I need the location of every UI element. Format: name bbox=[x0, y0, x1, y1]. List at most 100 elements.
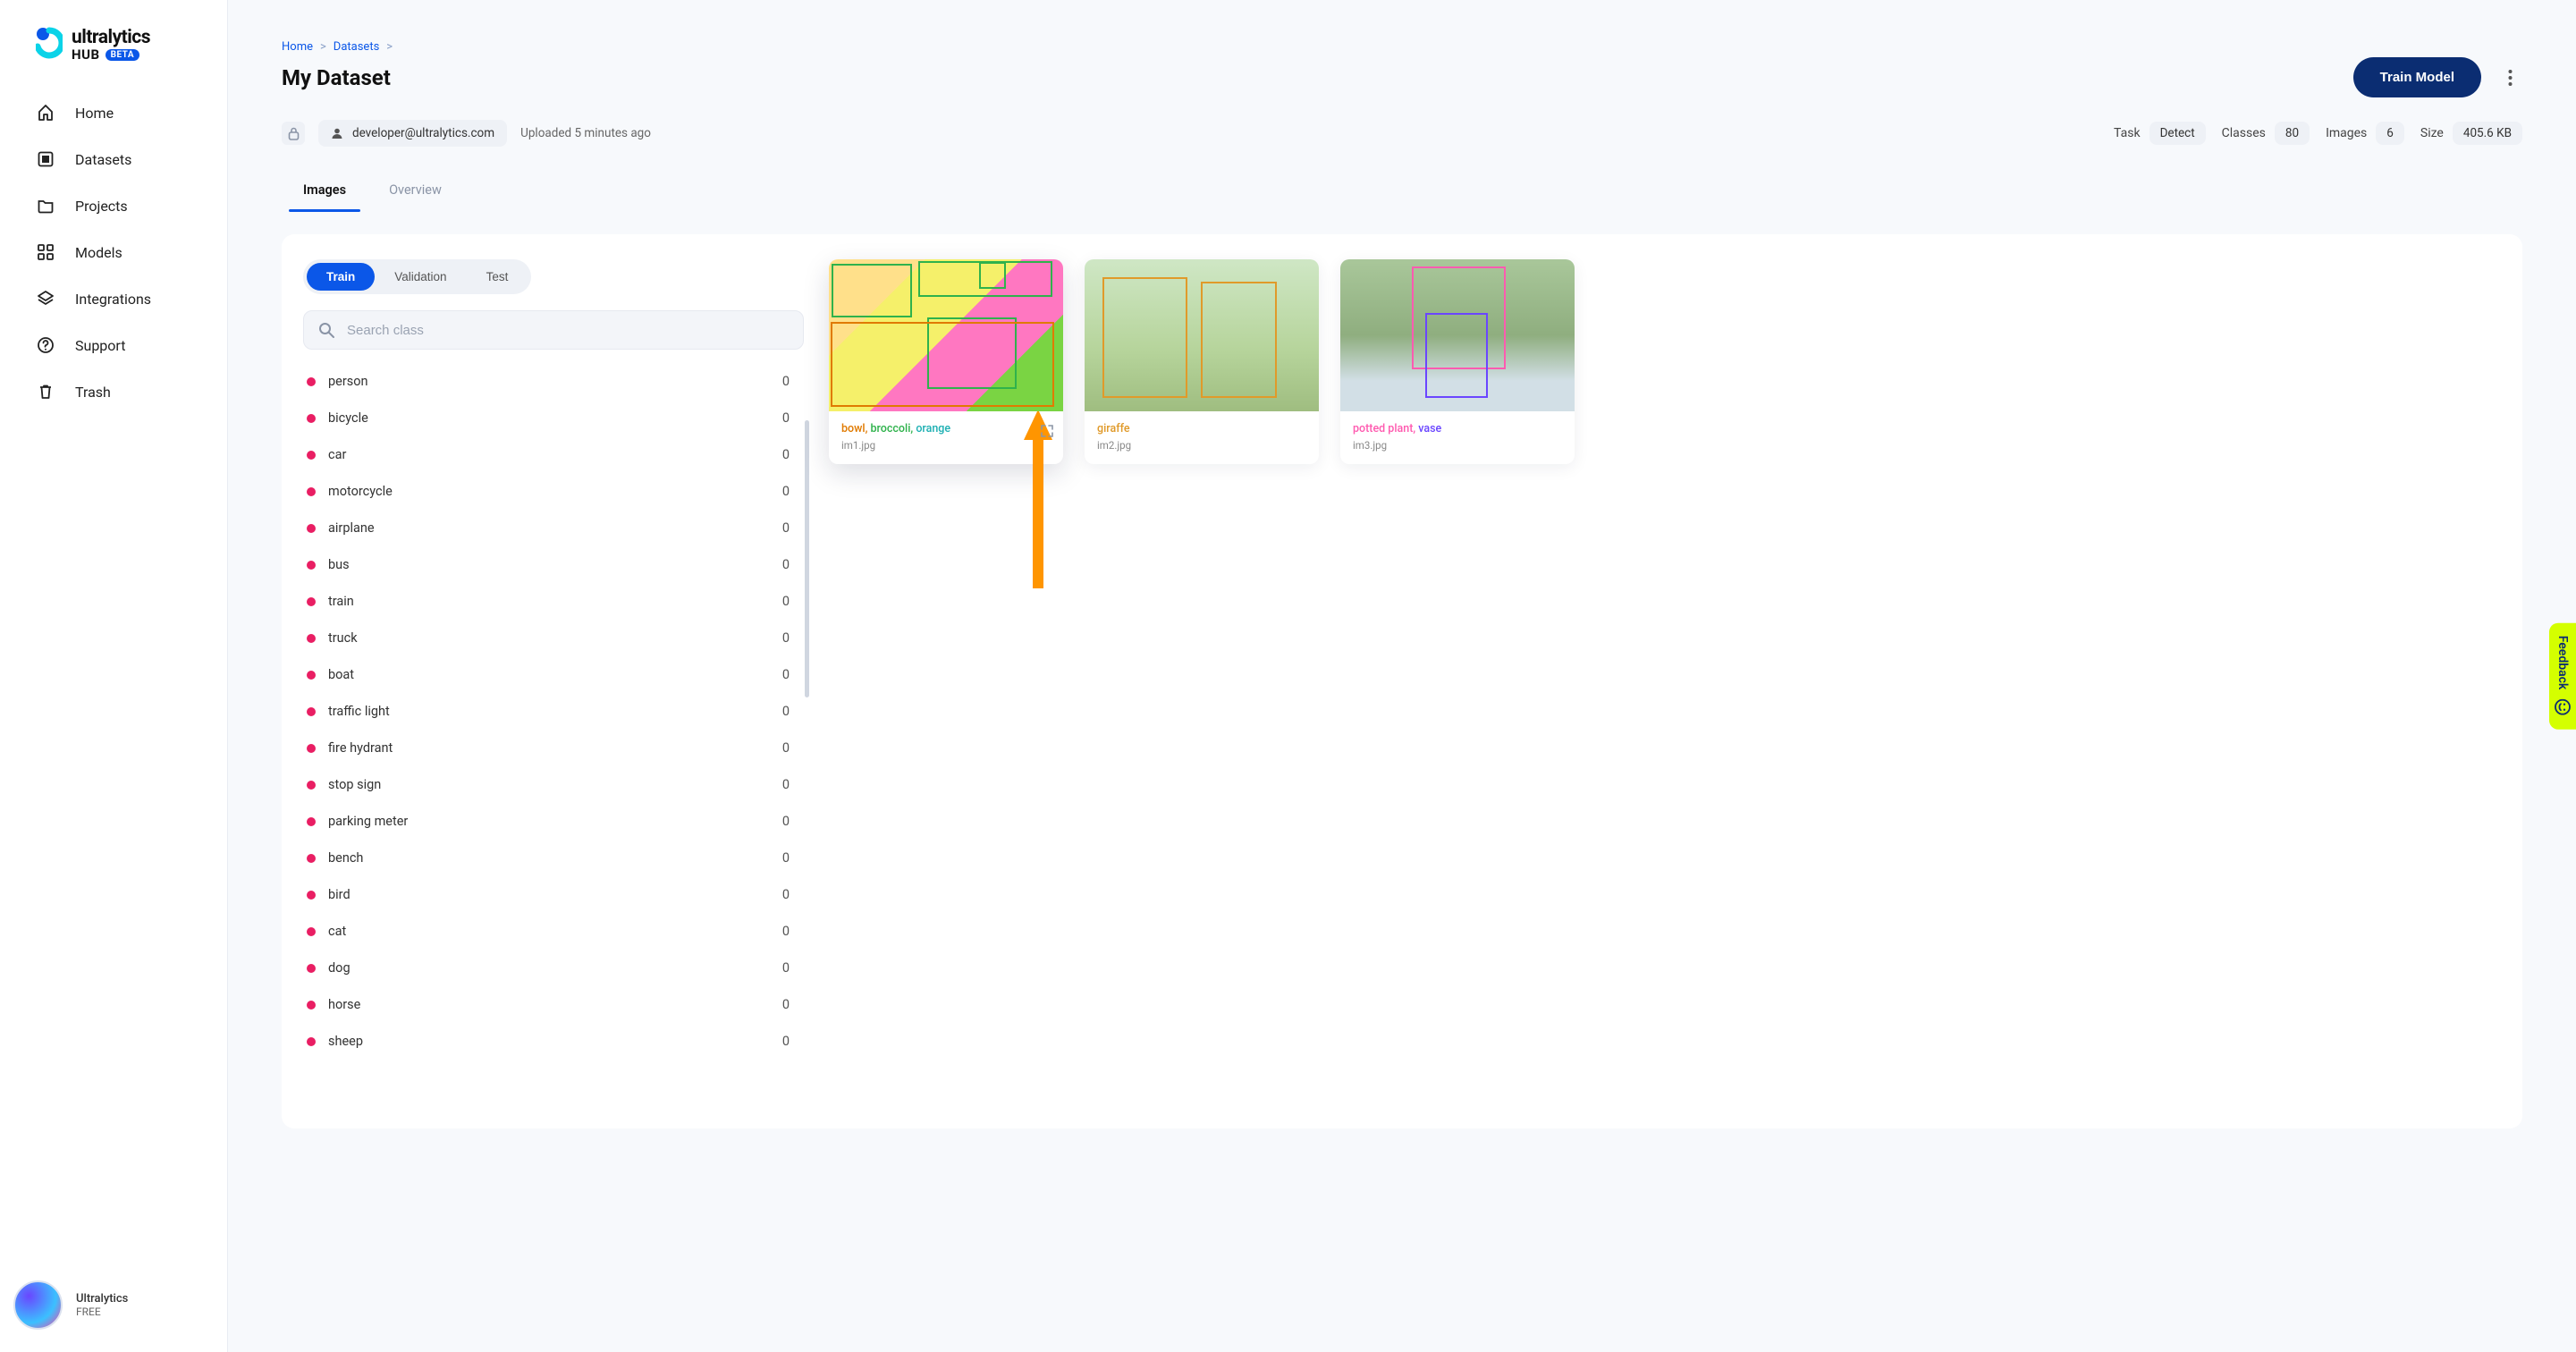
breadcrumb-home[interactable]: Home bbox=[282, 40, 313, 54]
search-wrap[interactable] bbox=[303, 310, 804, 350]
class-name: truck bbox=[328, 630, 358, 646]
sidebar-item-datasets[interactable]: Datasets bbox=[36, 149, 209, 169]
sidebar-item-label: Support bbox=[75, 337, 125, 354]
image-card[interactable]: potted plant, vaseim3.jpg bbox=[1340, 259, 1575, 464]
split-tab-validation[interactable]: Validation bbox=[375, 263, 466, 291]
class-count: 0 bbox=[782, 960, 790, 976]
class-row[interactable]: bird0 bbox=[303, 876, 797, 913]
search-input[interactable] bbox=[347, 323, 789, 338]
avatar[interactable] bbox=[13, 1280, 63, 1330]
sidebar-item-label: Trash bbox=[75, 384, 111, 401]
scrollbar-thumb[interactable] bbox=[805, 420, 809, 697]
class-color-dot bbox=[307, 451, 316, 460]
class-name: train bbox=[328, 594, 354, 609]
class-row[interactable]: dog 0 bbox=[303, 950, 797, 986]
class-row[interactable]: bus0 bbox=[303, 546, 797, 583]
class-color-dot bbox=[307, 1001, 316, 1010]
class-color-dot bbox=[307, 707, 316, 716]
class-name: cat bbox=[328, 924, 346, 939]
sidebar-item-label: Projects bbox=[75, 198, 128, 215]
class-row[interactable]: car0 bbox=[303, 436, 797, 473]
split-tab-train[interactable]: Train bbox=[307, 263, 375, 291]
class-count: 0 bbox=[782, 410, 790, 426]
class-row[interactable]: sheep0 bbox=[303, 1023, 797, 1060]
stat-classes-label: Classes bbox=[2222, 126, 2266, 140]
tab-images[interactable]: Images bbox=[300, 173, 350, 212]
bounding-box bbox=[831, 322, 1054, 407]
feedback-tab[interactable]: Feedback bbox=[2549, 623, 2576, 730]
class-row[interactable]: stop sign0 bbox=[303, 766, 797, 803]
stat-task-label: Task bbox=[2114, 126, 2141, 140]
datasets-icon bbox=[36, 149, 55, 169]
breadcrumbs: Home > Datasets > bbox=[282, 40, 2522, 54]
class-color-dot bbox=[307, 927, 316, 936]
class-row[interactable]: fire hydrant0 bbox=[303, 730, 797, 766]
train-model-button[interactable]: Train Model bbox=[2353, 57, 2481, 97]
class-color-dot bbox=[307, 524, 316, 533]
user-icon bbox=[331, 127, 343, 139]
class-row[interactable]: parking meter0 bbox=[303, 803, 797, 840]
class-list[interactable]: person0bicycle0car0motorcycle0airplane0b… bbox=[303, 363, 804, 1060]
expand-icon[interactable] bbox=[1040, 424, 1054, 442]
class-row[interactable]: traffic light0 bbox=[303, 693, 797, 730]
sidebar-item-integrations[interactable]: Integrations bbox=[36, 289, 209, 308]
content-card: Train Validation Test person0 bicycle 0 car… bbox=[282, 234, 2522, 1128]
breadcrumb-sep: > bbox=[320, 40, 326, 54]
class-row[interactable]: cat0 bbox=[303, 913, 797, 950]
image-thumbnail[interactable] bbox=[1340, 259, 1575, 411]
class-row[interactable]: truck 0 bbox=[303, 620, 797, 656]
nav: Home Datasets Projects Models Integrations Su… bbox=[36, 103, 209, 401]
sidebar-item-trash[interactable]: Trash bbox=[36, 382, 209, 401]
class-row[interactable]: person0 bbox=[303, 363, 797, 400]
split-tabs: Train Validation Test bbox=[303, 259, 531, 294]
class-name: bicycle bbox=[328, 410, 368, 426]
class-color-dot bbox=[307, 1037, 316, 1046]
class-row[interactable]: boat0 bbox=[303, 656, 797, 693]
image-thumbnail[interactable] bbox=[1085, 259, 1319, 411]
breadcrumb-datasets[interactable]: Datasets bbox=[334, 40, 380, 54]
owner-chip[interactable]: developer@ultralytics.com bbox=[318, 120, 507, 147]
image-tags: giraffe bbox=[1097, 422, 1306, 435]
tab-overview[interactable]: Overview bbox=[385, 173, 445, 212]
split-tab-test[interactable]: Test bbox=[467, 263, 528, 291]
more-vertical-icon bbox=[2508, 70, 2513, 86]
bounding-box bbox=[1201, 282, 1277, 398]
footer-line1: Ultralytics bbox=[76, 1292, 128, 1306]
class-color-dot bbox=[307, 817, 316, 826]
sidebar-item-label: Models bbox=[75, 244, 122, 261]
sidebar-item-models[interactable]: Models bbox=[36, 242, 209, 262]
sidebar-footer[interactable]: Ultralytics FREE bbox=[13, 1280, 209, 1334]
class-name: car bbox=[328, 447, 346, 462]
class-color-dot bbox=[307, 414, 316, 423]
class-row[interactable]: motorcycle0 bbox=[303, 473, 797, 510]
brand-logo[interactable]: ultralytics HUB BETA bbox=[36, 27, 209, 63]
stat-images-label: Images bbox=[2326, 126, 2367, 140]
class-row[interactable]: horse0 bbox=[303, 986, 797, 1023]
class-row[interactable]: bicycle 0 bbox=[303, 400, 797, 436]
class-row[interactable]: train0 bbox=[303, 583, 797, 620]
image-card[interactable]: giraffeim2.jpg bbox=[1085, 259, 1319, 464]
class-name: parking meter bbox=[328, 814, 408, 829]
class-count: 0 bbox=[782, 484, 790, 499]
class-row[interactable]: bench0 bbox=[303, 840, 797, 876]
sidebar-item-label: Home bbox=[75, 105, 114, 122]
class-row[interactable]: airplane0 bbox=[303, 510, 797, 546]
smile-icon bbox=[2555, 698, 2571, 714]
image-filename: im3.jpg bbox=[1353, 439, 1562, 452]
stat-task-value: Detect bbox=[2149, 122, 2206, 145]
sidebar-item-home[interactable]: Home bbox=[36, 103, 209, 123]
image-card[interactable]: bowl, broccoli, orangeim1.jpg bbox=[829, 259, 1063, 464]
sidebar-item-support[interactable]: Support bbox=[36, 335, 209, 355]
kebab-menu-button[interactable] bbox=[2497, 65, 2522, 90]
gallery: bowl, broccoli, orangeim1.jpggiraffeim2.… bbox=[829, 259, 2501, 1093]
visibility-lock-chip[interactable] bbox=[282, 122, 305, 145]
image-thumbnail[interactable] bbox=[829, 259, 1063, 411]
class-name: dog bbox=[328, 960, 351, 976]
class-name: sheep bbox=[328, 1034, 363, 1049]
class-color-dot bbox=[307, 744, 316, 753]
support-icon bbox=[36, 335, 55, 355]
class-color-dot bbox=[307, 671, 316, 680]
class-count: 0 bbox=[782, 630, 790, 646]
sidebar-item-projects[interactable]: Projects bbox=[36, 196, 209, 215]
class-count: 0 bbox=[782, 997, 790, 1012]
